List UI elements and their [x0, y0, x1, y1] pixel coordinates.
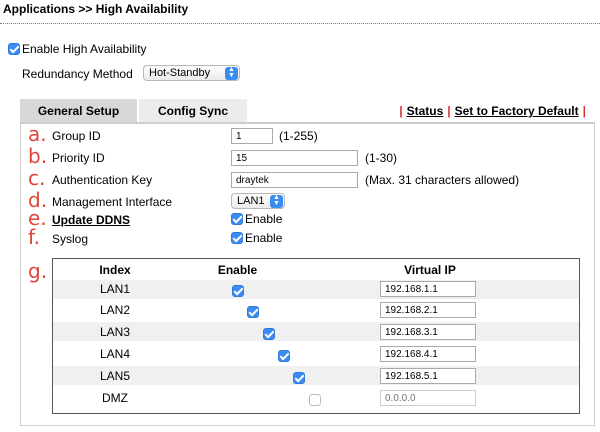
priority-id-input[interactable]: 15 [231, 150, 358, 166]
link-separator: | [447, 104, 451, 118]
virtual-ip-input[interactable]: 192.168.5.1 [380, 368, 476, 384]
syslog-option: Enable [231, 231, 282, 245]
row-enable-checkbox[interactable] [308, 393, 321, 406]
enable-ha-checkbox[interactable] [8, 43, 20, 55]
auth-key-label: Authentication Key [52, 173, 153, 187]
mgmt-interface-label: Management Interface [52, 195, 173, 209]
marker-b: b. [28, 144, 48, 168]
row-enable-checkbox[interactable] [232, 284, 244, 297]
virtual-ip-input[interactable]: 0.0.0.0 [380, 390, 476, 406]
marker-f: f. [28, 225, 40, 249]
marker-c: c. [28, 166, 46, 190]
marker-a: a. [28, 122, 47, 146]
redundancy-label: Redundancy Method [22, 67, 133, 81]
redundancy-select[interactable]: Hot-Standby ▲ ▼ [143, 65, 240, 81]
syslog-label: Syslog [52, 232, 89, 246]
row-index: DMZ [102, 391, 128, 405]
enable-ha-row: Enable High Availability [8, 42, 147, 56]
factory-default-link[interactable]: Set to Factory Default [455, 104, 579, 118]
mgmt-interface-value: LAN1 [237, 195, 265, 207]
group-id-label: Group ID [52, 129, 101, 143]
chevron-updown-icon: ▲ ▼ [270, 194, 283, 208]
row-index: LAN1 [99, 282, 131, 296]
priority-id-hint: (1-30) [365, 151, 398, 165]
marker-g: g. [28, 259, 48, 283]
enable-ha-label: Enable High Availability [22, 42, 147, 56]
header-enable: Enable [217, 263, 258, 277]
update-ddns-option: Enable [231, 212, 282, 226]
row-index: LAN4 [99, 347, 131, 361]
redundancy-value: Hot-Standby [149, 67, 211, 79]
virtual-ip-input[interactable]: 192.168.1.1 [380, 281, 476, 297]
syslog-checkbox[interactable] [231, 232, 243, 244]
update-ddns-checkbox[interactable] [231, 213, 243, 225]
tab-config-sync[interactable]: Config Sync [139, 99, 247, 122]
group-id-input[interactable]: 1 [231, 128, 273, 144]
row-enable-checkbox[interactable] [262, 327, 275, 340]
syslog-option-label: Enable [245, 231, 283, 245]
row-enable-checkbox[interactable] [247, 305, 260, 318]
group-id-hint: (1-255) [279, 129, 318, 143]
mgmt-interface-select[interactable]: LAN1 ▲ ▼ [231, 193, 285, 209]
auth-key-hint: (Max. 31 characters allowed) [365, 173, 520, 187]
virtual-ip-input[interactable]: 192.168.3.1 [380, 324, 476, 340]
row-enable-checkbox[interactable] [278, 349, 291, 362]
virtual-ip-input[interactable]: 192.168.4.1 [380, 346, 476, 362]
header-index: Index [99, 263, 131, 277]
row-index: LAN5 [99, 369, 131, 383]
virtual-ip-input[interactable]: 192.168.2.1 [380, 302, 476, 318]
chevron-updown-icon: ▲ ▼ [225, 66, 238, 80]
link-separator: | [399, 104, 403, 118]
header-links: | Status | Set to Factory Default | [395, 104, 590, 118]
update-ddns-link[interactable]: Update DDNS [52, 213, 130, 227]
priority-id-label: Priority ID [52, 151, 105, 165]
header-divider [0, 23, 600, 24]
link-separator: | [582, 104, 586, 118]
row-index: LAN2 [99, 303, 131, 317]
breadcrumb: Applications >> High Availability [3, 2, 189, 16]
row-index: LAN3 [99, 325, 131, 339]
tab-general-setup[interactable]: General Setup [20, 99, 137, 122]
auth-key-input[interactable]: draytek [231, 172, 358, 188]
status-link[interactable]: Status [407, 104, 444, 118]
header-virtual-ip: Virtual IP [404, 263, 456, 277]
update-ddns-option-label: Enable [245, 212, 283, 226]
row-enable-checkbox[interactable] [293, 371, 306, 384]
